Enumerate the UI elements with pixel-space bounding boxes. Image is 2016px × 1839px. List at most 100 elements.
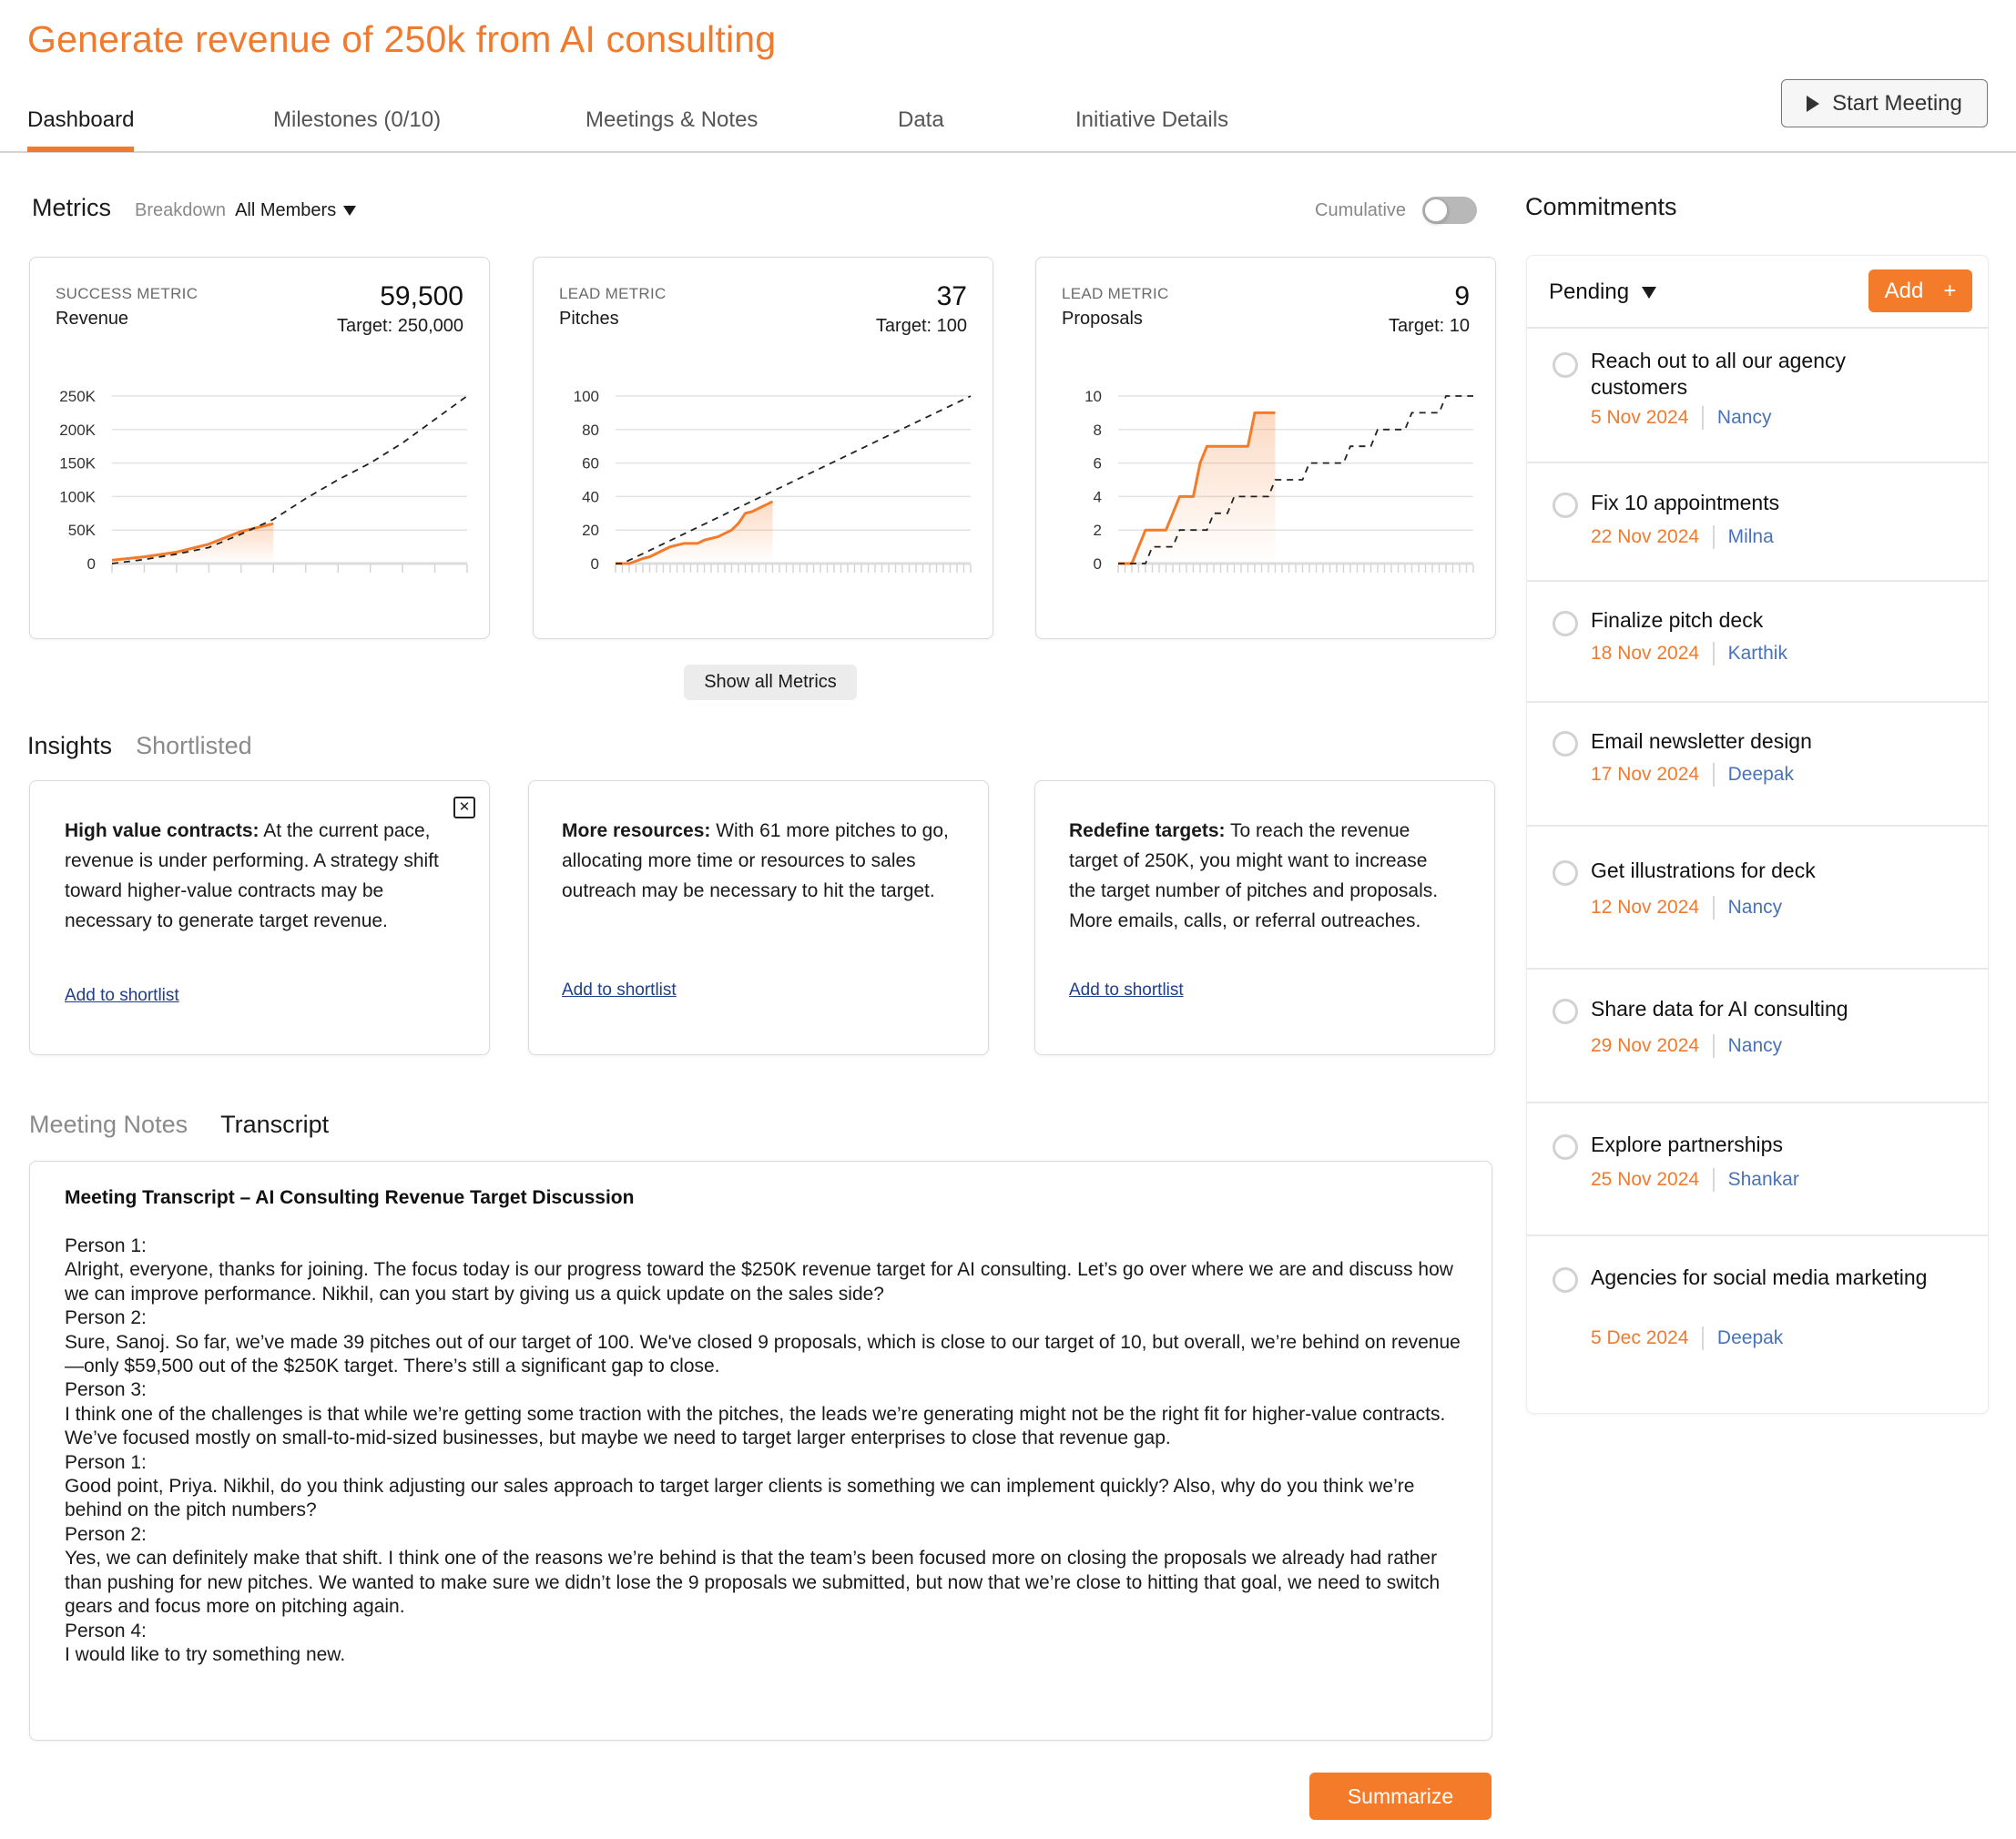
metric-kind: LEAD METRIC — [559, 285, 667, 302]
metric-kind: SUCCESS METRIC — [56, 285, 199, 302]
complete-radio[interactable] — [1553, 1267, 1578, 1293]
status-filter-value: Pending — [1549, 279, 1630, 304]
metrics-header: Metrics Breakdown All Members — [32, 194, 357, 222]
status-filter-dropdown[interactable]: Pending — [1549, 279, 1657, 305]
show-all-metrics-button[interactable]: Show all Metrics — [684, 665, 857, 700]
metric-value: 9 — [1454, 281, 1470, 311]
complete-radio[interactable] — [1553, 611, 1578, 636]
complete-radio[interactable] — [1553, 999, 1578, 1024]
summarize-button[interactable]: Summarize — [1309, 1773, 1492, 1820]
owner-link[interactable]: Shankar — [1728, 1169, 1799, 1191]
owner-link[interactable]: Milna — [1728, 526, 1774, 548]
plus-icon: + — [1943, 278, 1957, 303]
add-to-shortlist-link[interactable]: Add to shortlist — [1069, 980, 1184, 1001]
commitment-text: Fix 10 appointments — [1591, 491, 1780, 514]
tab-insights[interactable]: Insights — [27, 732, 112, 760]
breakdown-label: Breakdown — [135, 200, 227, 220]
complete-radio[interactable] — [1553, 1134, 1578, 1160]
commitment-text: Agencies for social media marketing — [1591, 1265, 1928, 1289]
commitment-text: Share data for AI consulting — [1591, 997, 1848, 1021]
insight-heading: High value contracts: — [65, 820, 260, 841]
start-meeting-button[interactable]: Start Meeting — [1781, 79, 1988, 127]
commitment-meta: 17 Nov 2024 Deepak — [1591, 763, 1794, 787]
tab-data[interactable]: Data — [898, 107, 944, 146]
y-tick-label: 100K — [59, 488, 96, 505]
metric-card-pitches[interactable]: LEAD METRIC Pitches 37 Target: 100 0 20 40… — [533, 257, 993, 639]
owner-link[interactable]: Deepak — [1728, 764, 1794, 786]
start-meeting-label: Start Meeting — [1832, 90, 1962, 116]
y-tick-label: 40 — [582, 488, 599, 505]
due-date: 5 Dec 2024 — [1591, 1327, 1689, 1348]
insight-text: Redefine targets: To reach the revenue t… — [1069, 816, 1451, 936]
tab-dashboard[interactable]: Dashboard — [27, 107, 135, 152]
owner-link[interactable]: Nancy — [1728, 1035, 1783, 1057]
due-date: 25 Nov 2024 — [1591, 1169, 1700, 1190]
y-tick-label: 200K — [59, 422, 96, 439]
add-commitment-button[interactable]: Add + — [1868, 269, 1972, 312]
speaker-label: Person 3: — [65, 1379, 147, 1401]
commitment-item: Share data for AI consulting 29 Nov 2024… — [1527, 970, 1988, 1103]
utterance: Sure, Sanoj. So far, we’ve made 39 pitch… — [65, 1331, 1461, 1377]
insights-tabs: Insights Shortlisted — [27, 732, 252, 760]
close-icon[interactable]: ✕ — [453, 797, 475, 818]
revenue-chart: 0 50K 100K 150K 200K 250K — [59, 388, 468, 573]
speaker-label: Person 1: — [65, 1235, 147, 1256]
owner-link[interactable]: Nancy — [1717, 407, 1772, 429]
complete-radio[interactable] — [1553, 352, 1578, 378]
utterance: Good point, Priya. Nikhil, do you think … — [65, 1476, 1415, 1521]
divider — [1713, 642, 1715, 665]
utterance: I would like to try something new. — [65, 1643, 346, 1665]
y-tick-label: 80 — [582, 422, 599, 439]
metric-name: Pitches — [559, 309, 619, 329]
tab-meetings-notes[interactable]: Meetings & Notes — [585, 107, 758, 146]
breakdown-dropdown[interactable]: All Members — [235, 200, 357, 221]
speaker-label: Person 2: — [65, 1307, 147, 1329]
y-tick-label: 150K — [59, 455, 96, 472]
metric-card-proposals[interactable]: LEAD METRIC Proposals 9 Target: 10 0 2 4 6 8… — [1035, 257, 1496, 639]
page-title: Generate revenue of 250k from AI consult… — [27, 18, 777, 60]
actual-area-fill — [616, 501, 773, 564]
tab-meeting-notes[interactable]: Meeting Notes — [29, 1111, 188, 1139]
y-tick-label: 50K — [68, 522, 97, 539]
complete-radio[interactable] — [1553, 731, 1578, 757]
y-tick-label: 60 — [582, 455, 599, 472]
commitment-item: Explore partnerships 25 Nov 2024 Shankar — [1527, 1103, 1988, 1236]
y-tick-label: 0 — [1094, 555, 1102, 573]
divider — [1713, 1168, 1715, 1192]
complete-radio[interactable] — [1553, 860, 1578, 886]
due-date: 12 Nov 2024 — [1591, 897, 1700, 918]
insight-text: More resources: With 61 more pitches to … — [562, 816, 962, 906]
due-date: 22 Nov 2024 — [1591, 526, 1700, 547]
metric-value: 59,500 — [380, 281, 463, 311]
cumulative-toggle[interactable] — [1422, 197, 1478, 224]
y-tick-label: 0 — [591, 555, 599, 573]
tab-transcript[interactable]: Transcript — [220, 1111, 329, 1139]
commitment-meta: 5 Dec 2024 Deepak — [1591, 1326, 1783, 1350]
play-icon — [1807, 95, 1820, 112]
tab-shortlisted[interactable]: Shortlisted — [136, 732, 252, 760]
owner-link[interactable]: Nancy — [1728, 897, 1783, 919]
insight-card: ✕ High value contracts: At the current p… — [29, 780, 490, 1055]
commitment-item: Finalize pitch deck 18 Nov 2024 Karthik — [1527, 582, 1988, 703]
insight-text: High value contracts: At the current pac… — [65, 816, 456, 936]
metric-name: Proposals — [1062, 309, 1143, 329]
owner-link[interactable]: Karthik — [1728, 643, 1787, 665]
tab-initiative-details[interactable]: Initiative Details — [1075, 107, 1228, 146]
metric-target: Target: 10 — [1389, 316, 1470, 336]
notes-tabs: Meeting Notes Transcript — [29, 1111, 329, 1139]
commitment-text: Get illustrations for deck — [1591, 859, 1816, 882]
tab-milestones[interactable]: Milestones (0/10) — [273, 107, 441, 146]
utterance: Yes, we can definitely make that shift. … — [65, 1548, 1441, 1618]
complete-radio[interactable] — [1553, 493, 1578, 518]
y-tick-label: 100 — [574, 388, 599, 405]
divider — [1713, 896, 1715, 920]
speaker-label: Person 1: — [65, 1451, 147, 1473]
add-to-shortlist-link[interactable]: Add to shortlist — [65, 986, 179, 1006]
commitment-item: Agencies for social media marketing 5 De… — [1527, 1236, 1988, 1409]
owner-link[interactable]: Deepak — [1717, 1327, 1783, 1349]
cumulative-label: Cumulative — [1315, 199, 1407, 220]
add-to-shortlist-link[interactable]: Add to shortlist — [562, 980, 677, 1001]
commitment-item: Get illustrations for deck 12 Nov 2024 N… — [1527, 827, 1988, 970]
metric-card-revenue[interactable]: SUCCESS METRIC Revenue 59,500 Target: 25… — [29, 257, 490, 639]
commitment-meta: 22 Nov 2024 Milna — [1591, 525, 1774, 549]
